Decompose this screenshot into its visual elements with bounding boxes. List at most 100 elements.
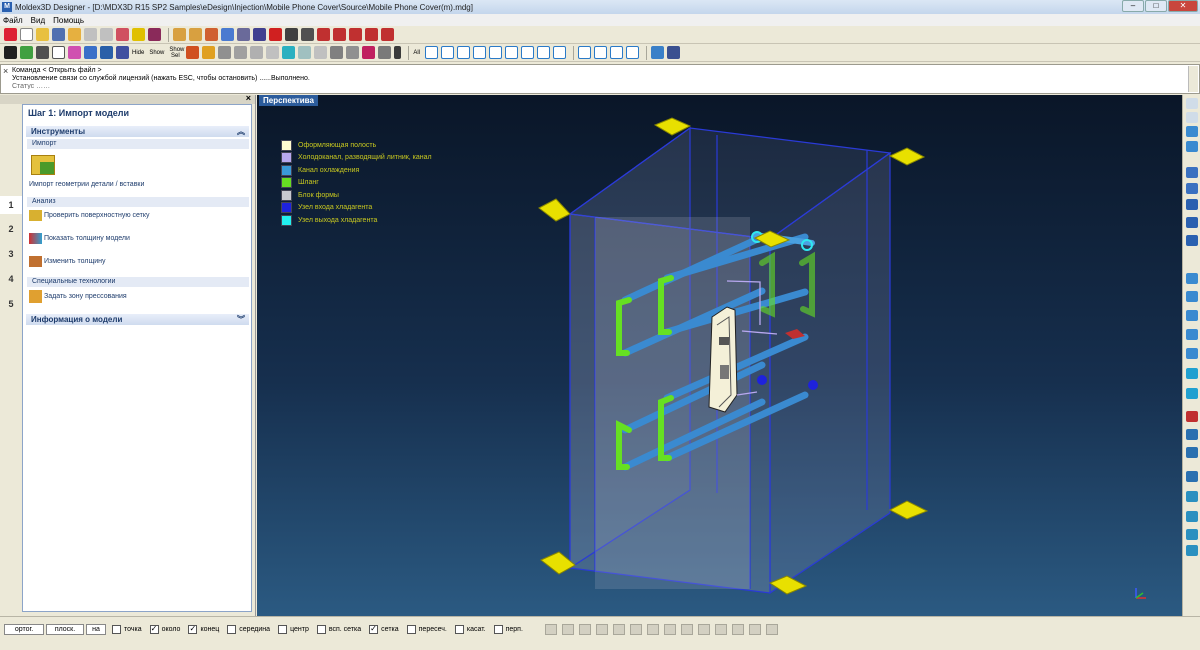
snap-mid[interactable]: середина bbox=[227, 624, 270, 634]
point-icon[interactable] bbox=[578, 46, 592, 59]
render-dark-icon[interactable] bbox=[36, 46, 49, 59]
box4-icon[interactable] bbox=[378, 46, 392, 59]
status-tool-8-icon[interactable] bbox=[663, 623, 676, 635]
copy-tool-icon[interactable] bbox=[1186, 447, 1198, 458]
checkbox[interactable] bbox=[149, 624, 159, 634]
attach-tool-icon[interactable] bbox=[1186, 235, 1198, 246]
red-box-icon[interactable] bbox=[269, 28, 282, 41]
checkbox[interactable] bbox=[316, 624, 326, 634]
status-tool-3-icon[interactable] bbox=[578, 623, 591, 635]
status-tool-13-icon[interactable] bbox=[748, 623, 761, 635]
redo-icon[interactable] bbox=[100, 28, 113, 41]
checkbox[interactable] bbox=[278, 624, 288, 634]
checkbox[interactable] bbox=[188, 624, 198, 634]
open-folder-icon[interactable] bbox=[36, 28, 49, 41]
screenshot-icon[interactable] bbox=[651, 46, 665, 59]
show-sel-button[interactable]: Show Sel bbox=[169, 47, 184, 59]
zoom-fit-icon[interactable] bbox=[237, 28, 250, 41]
snap-9-icon[interactable] bbox=[553, 46, 567, 59]
grid-tool-icon[interactable] bbox=[1186, 199, 1198, 210]
save-icon[interactable] bbox=[52, 28, 65, 41]
snap-7-icon[interactable] bbox=[521, 46, 535, 59]
menu-view[interactable]: Вид bbox=[31, 16, 45, 25]
dimension-icon[interactable] bbox=[667, 46, 681, 59]
status-tool-4-icon[interactable] bbox=[595, 623, 608, 635]
iso-view-icon[interactable] bbox=[301, 28, 314, 41]
snap-8-icon[interactable] bbox=[537, 46, 551, 59]
snap-5-icon[interactable] bbox=[489, 46, 503, 59]
box2-icon[interactable] bbox=[346, 46, 360, 59]
snap-tangent[interactable]: касат. bbox=[454, 624, 486, 634]
side-view-icon[interactable] bbox=[349, 28, 362, 41]
check-mesh-item[interactable]: Проверить поверхностную сетку bbox=[29, 207, 251, 224]
point-tool-icon[interactable] bbox=[1186, 112, 1198, 123]
command-scrollbar[interactable] bbox=[1188, 66, 1198, 92]
curve-tool-icon[interactable] bbox=[1186, 126, 1198, 137]
snap-aux-grid[interactable]: всп. сетка bbox=[316, 624, 361, 634]
checkbox[interactable] bbox=[112, 624, 121, 634]
front-view-icon[interactable] bbox=[317, 28, 330, 41]
measure-tool-icon[interactable] bbox=[1186, 545, 1198, 556]
bottom-view-icon[interactable] bbox=[381, 28, 394, 41]
ortho-button[interactable]: ортог. bbox=[4, 623, 44, 635]
angle-icon[interactable] bbox=[610, 46, 624, 59]
menu-help[interactable]: Помощь bbox=[53, 16, 84, 25]
minimize-button[interactable]: – bbox=[1122, 0, 1144, 12]
edge-icon[interactable] bbox=[266, 46, 280, 59]
box3-icon[interactable] bbox=[362, 46, 376, 59]
panel-close-icon[interactable]: × bbox=[246, 93, 251, 103]
surface-icon[interactable] bbox=[250, 46, 264, 59]
layer-tool-icon[interactable] bbox=[1186, 471, 1198, 482]
spline-tool-icon[interactable] bbox=[1186, 310, 1198, 321]
check-tool-icon[interactable] bbox=[1186, 529, 1198, 540]
moldex-icon[interactable] bbox=[4, 28, 17, 41]
snap-2-icon[interactable] bbox=[441, 46, 455, 59]
hide-button[interactable]: Hide bbox=[132, 50, 144, 56]
step-tab-3[interactable]: 3 bbox=[0, 245, 22, 263]
maximize-button[interactable]: □ bbox=[1145, 0, 1167, 12]
step-tab-1[interactable]: 1 bbox=[0, 196, 22, 214]
status-tool-12-icon[interactable] bbox=[731, 623, 744, 635]
print-icon[interactable] bbox=[148, 28, 161, 41]
display-icon[interactable] bbox=[116, 46, 129, 59]
show-button[interactable]: Show bbox=[149, 50, 164, 56]
transform-tool-icon[interactable] bbox=[1186, 429, 1198, 440]
gray-box-icon[interactable] bbox=[218, 46, 232, 59]
snap-center[interactable]: центр bbox=[278, 624, 309, 634]
pan-icon[interactable] bbox=[189, 28, 202, 41]
snap-intersection[interactable]: пересеч. bbox=[406, 624, 447, 634]
cylinder-tool-icon[interactable] bbox=[1186, 388, 1198, 399]
checkbox[interactable] bbox=[227, 624, 237, 634]
status-tool-10-icon[interactable] bbox=[697, 623, 710, 635]
node-tool-icon[interactable] bbox=[1186, 183, 1198, 194]
command-close-icon[interactable]: × bbox=[3, 66, 8, 76]
expand-icon[interactable]: ︾ bbox=[237, 314, 245, 325]
view-grid-icon[interactable] bbox=[253, 28, 266, 41]
compression-zone-item[interactable]: Задать зону прессования bbox=[29, 287, 251, 306]
layer2-icon[interactable] bbox=[314, 46, 328, 59]
checkbox[interactable] bbox=[454, 624, 464, 634]
status-tool-6-icon[interactable] bbox=[629, 623, 642, 635]
3d-viewport[interactable]: Перспектива Оформляющая полость Холодока… bbox=[257, 95, 1182, 616]
edit-tool-icon[interactable] bbox=[1186, 217, 1198, 228]
select-icon[interactable] bbox=[186, 46, 200, 59]
tools-group-header[interactable]: Инструменты ︽ bbox=[26, 126, 249, 137]
layers-icon[interactable] bbox=[84, 46, 97, 59]
status-tool-9-icon[interactable] bbox=[680, 623, 693, 635]
back-view-icon[interactable] bbox=[365, 28, 378, 41]
wire-box-icon[interactable] bbox=[285, 28, 298, 41]
save-all-icon[interactable] bbox=[68, 28, 81, 41]
monitor-icon[interactable] bbox=[100, 46, 113, 59]
status-tool-2-icon[interactable] bbox=[561, 623, 574, 635]
cyan-layer-icon[interactable] bbox=[282, 46, 296, 59]
status-tool-1-icon[interactable] bbox=[544, 623, 557, 635]
help-icon[interactable] bbox=[132, 28, 145, 41]
step-tab-4[interactable]: 4 bbox=[0, 270, 22, 288]
tool-1-icon[interactable] bbox=[1186, 98, 1198, 109]
step-tab-2[interactable]: 2 bbox=[0, 220, 22, 238]
box-icon[interactable] bbox=[330, 46, 344, 59]
polyline-tool-icon[interactable] bbox=[1186, 291, 1198, 302]
dropdown-icon[interactable] bbox=[394, 46, 402, 59]
close-button[interactable]: ✕ bbox=[1168, 0, 1198, 12]
mesh-tool-icon[interactable] bbox=[1186, 167, 1198, 178]
